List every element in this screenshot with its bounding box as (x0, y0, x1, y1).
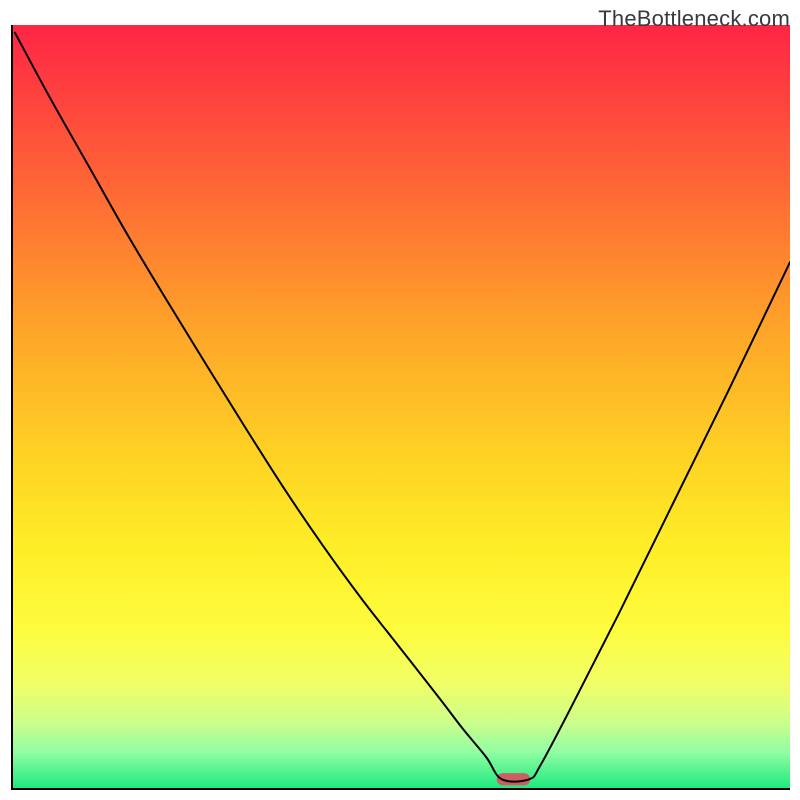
watermark-text: TheBottleneck.com (598, 6, 790, 32)
chart-background (11, 25, 790, 790)
plot-area (11, 25, 790, 790)
chart-svg (11, 25, 790, 790)
bottleneck-chart: TheBottleneck.com (0, 0, 800, 800)
